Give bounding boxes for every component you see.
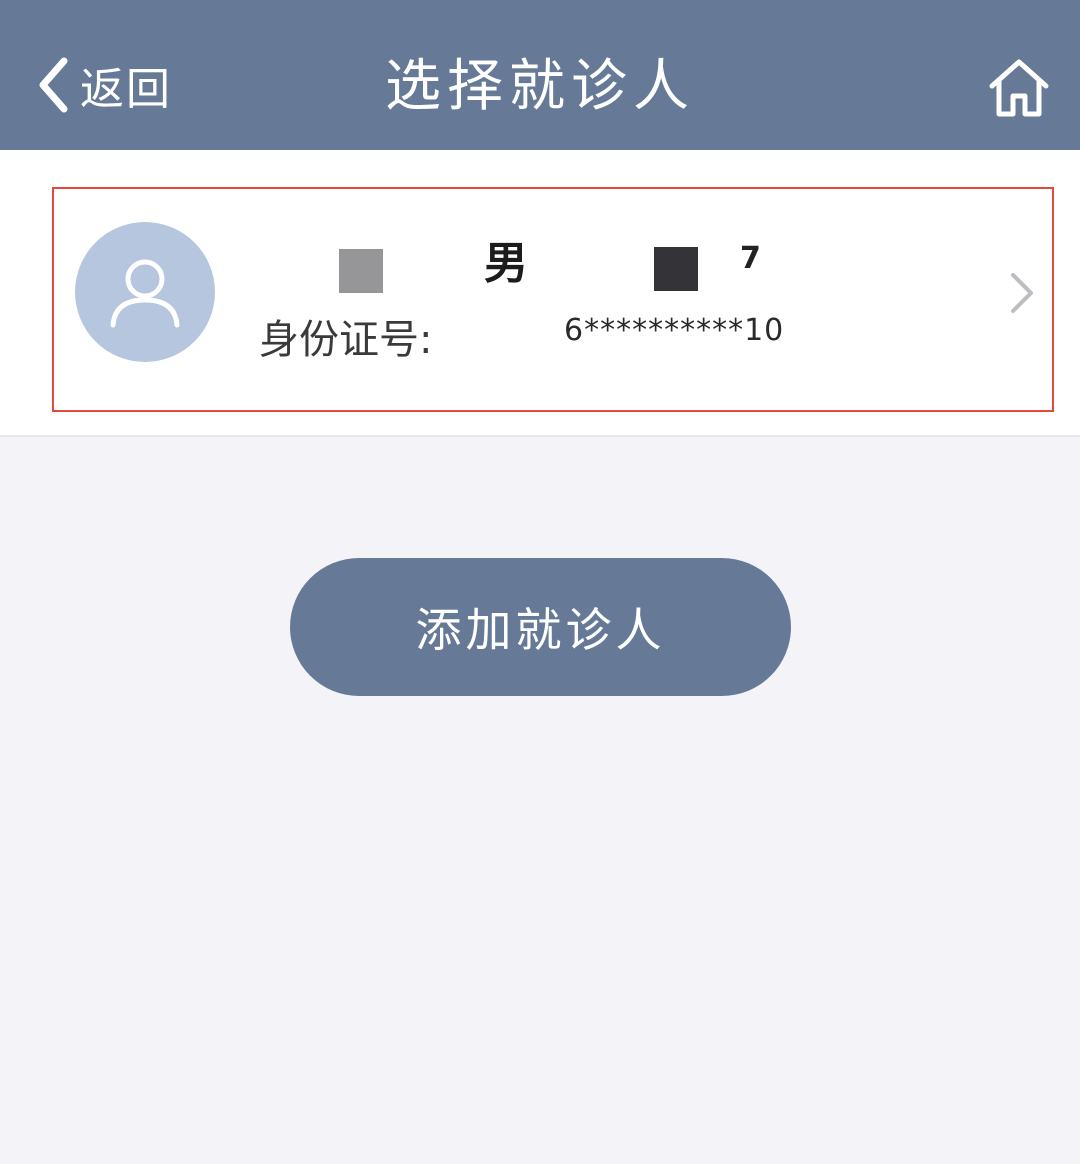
home-button[interactable] bbox=[986, 56, 1052, 120]
person-icon bbox=[75, 222, 215, 362]
patient-name-fragment: 7 bbox=[740, 241, 761, 276]
home-icon bbox=[986, 56, 1052, 120]
chevron-right-icon bbox=[1008, 271, 1036, 315]
header-bar: 返回 选择就诊人 bbox=[0, 0, 1080, 150]
patient-list: 男 7 身份证号: 6**********10 bbox=[0, 150, 1080, 437]
patient-card[interactable]: 男 7 身份证号: 6**********10 bbox=[52, 187, 1054, 412]
patient-gender: 男 bbox=[484, 238, 528, 289]
redaction-block bbox=[339, 249, 383, 293]
id-value: 6**********10 bbox=[564, 313, 785, 348]
add-patient-button[interactable]: 添加就诊人 bbox=[290, 558, 791, 696]
redaction-block bbox=[654, 247, 698, 291]
id-label: 身份证号: bbox=[259, 317, 433, 363]
page-title: 选择就诊人 bbox=[385, 54, 695, 119]
avatar bbox=[75, 222, 215, 362]
